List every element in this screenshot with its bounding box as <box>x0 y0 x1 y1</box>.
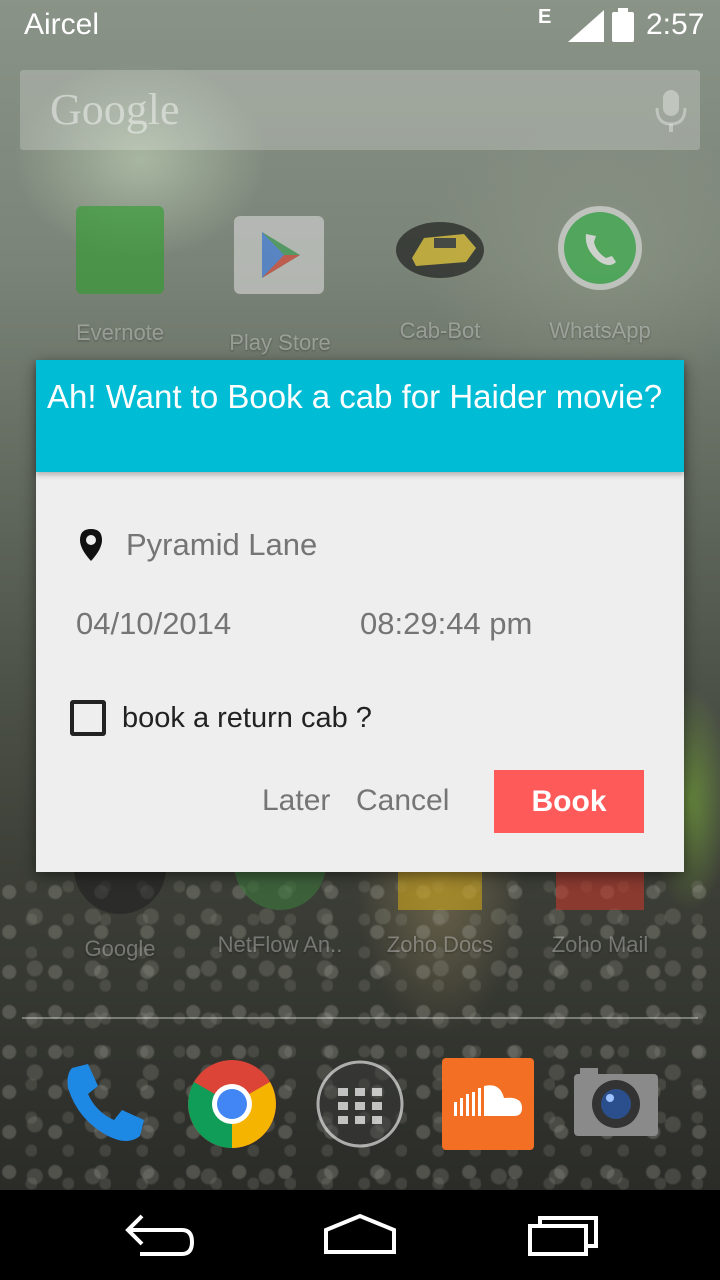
app-label: Play Store <box>229 330 331 355</box>
google-search-bar[interactable]: Google <box>20 70 700 150</box>
phone-icon[interactable] <box>58 1058 150 1150</box>
app-cab-bot[interactable]: Cab-Bot <box>360 204 520 344</box>
date-text[interactable]: 04/10/2014 <box>76 606 231 642</box>
dialog-title: Ah! Want to Book a cab for Haider movie? <box>36 360 684 472</box>
signal-icon <box>568 10 604 42</box>
time-text[interactable]: 08:29:44 pm <box>360 606 532 642</box>
navigation-bar <box>0 1190 720 1280</box>
app-play-store[interactable]: Play Store <box>200 204 360 356</box>
soundcloud-icon[interactable] <box>442 1058 534 1150</box>
dock-divider <box>22 1017 698 1019</box>
cancel-button[interactable]: Cancel <box>356 784 449 818</box>
app-evernote[interactable]: Evernote <box>40 204 200 346</box>
home-icon[interactable] <box>320 1208 400 1260</box>
back-icon[interactable] <box>120 1208 200 1260</box>
return-cab-label: book a return cab ? <box>122 701 372 734</box>
app-whatsapp[interactable]: WhatsApp <box>520 204 680 344</box>
later-button[interactable]: Later <box>262 784 330 818</box>
app-label: Google <box>84 936 156 961</box>
book-button[interactable]: Book <box>494 770 644 833</box>
clock: 2:57 <box>646 8 705 41</box>
evernote-icon <box>76 206 164 294</box>
book-cab-dialog: Ah! Want to Book a cab for Haider movie?… <box>36 360 684 872</box>
recents-icon[interactable] <box>524 1208 604 1260</box>
app-label: Evernote <box>75 320 165 345</box>
location-row: Pyramid Lane <box>76 520 317 570</box>
status-bar: Aircel E 2:57 <box>0 0 720 52</box>
play-store-icon <box>234 216 324 294</box>
app-label: Cab-Bot <box>399 318 481 343</box>
app-label: Zoho Mail <box>551 932 649 957</box>
app-label: Zoho Docs <box>386 932 494 957</box>
chrome-icon[interactable] <box>186 1058 278 1150</box>
mic-icon[interactable] <box>654 88 688 134</box>
whatsapp-icon <box>558 206 642 290</box>
location-text: Pyramid Lane <box>126 527 318 562</box>
app-label: WhatsApp <box>549 318 651 343</box>
app-label: NetFlow An.. <box>217 932 343 957</box>
battery-icon <box>612 8 634 42</box>
google-logo: Google <box>50 85 180 134</box>
network-type: E <box>538 6 552 28</box>
return-cab-checkbox[interactable] <box>70 700 106 736</box>
carrier-name: Aircel <box>24 8 100 41</box>
cab-bot-icon <box>396 222 484 278</box>
location-pin-icon <box>80 529 102 561</box>
return-cab-row[interactable]: book a return cab ? <box>70 698 372 738</box>
app-drawer-icon[interactable] <box>314 1058 406 1150</box>
camera-icon[interactable] <box>570 1058 662 1150</box>
